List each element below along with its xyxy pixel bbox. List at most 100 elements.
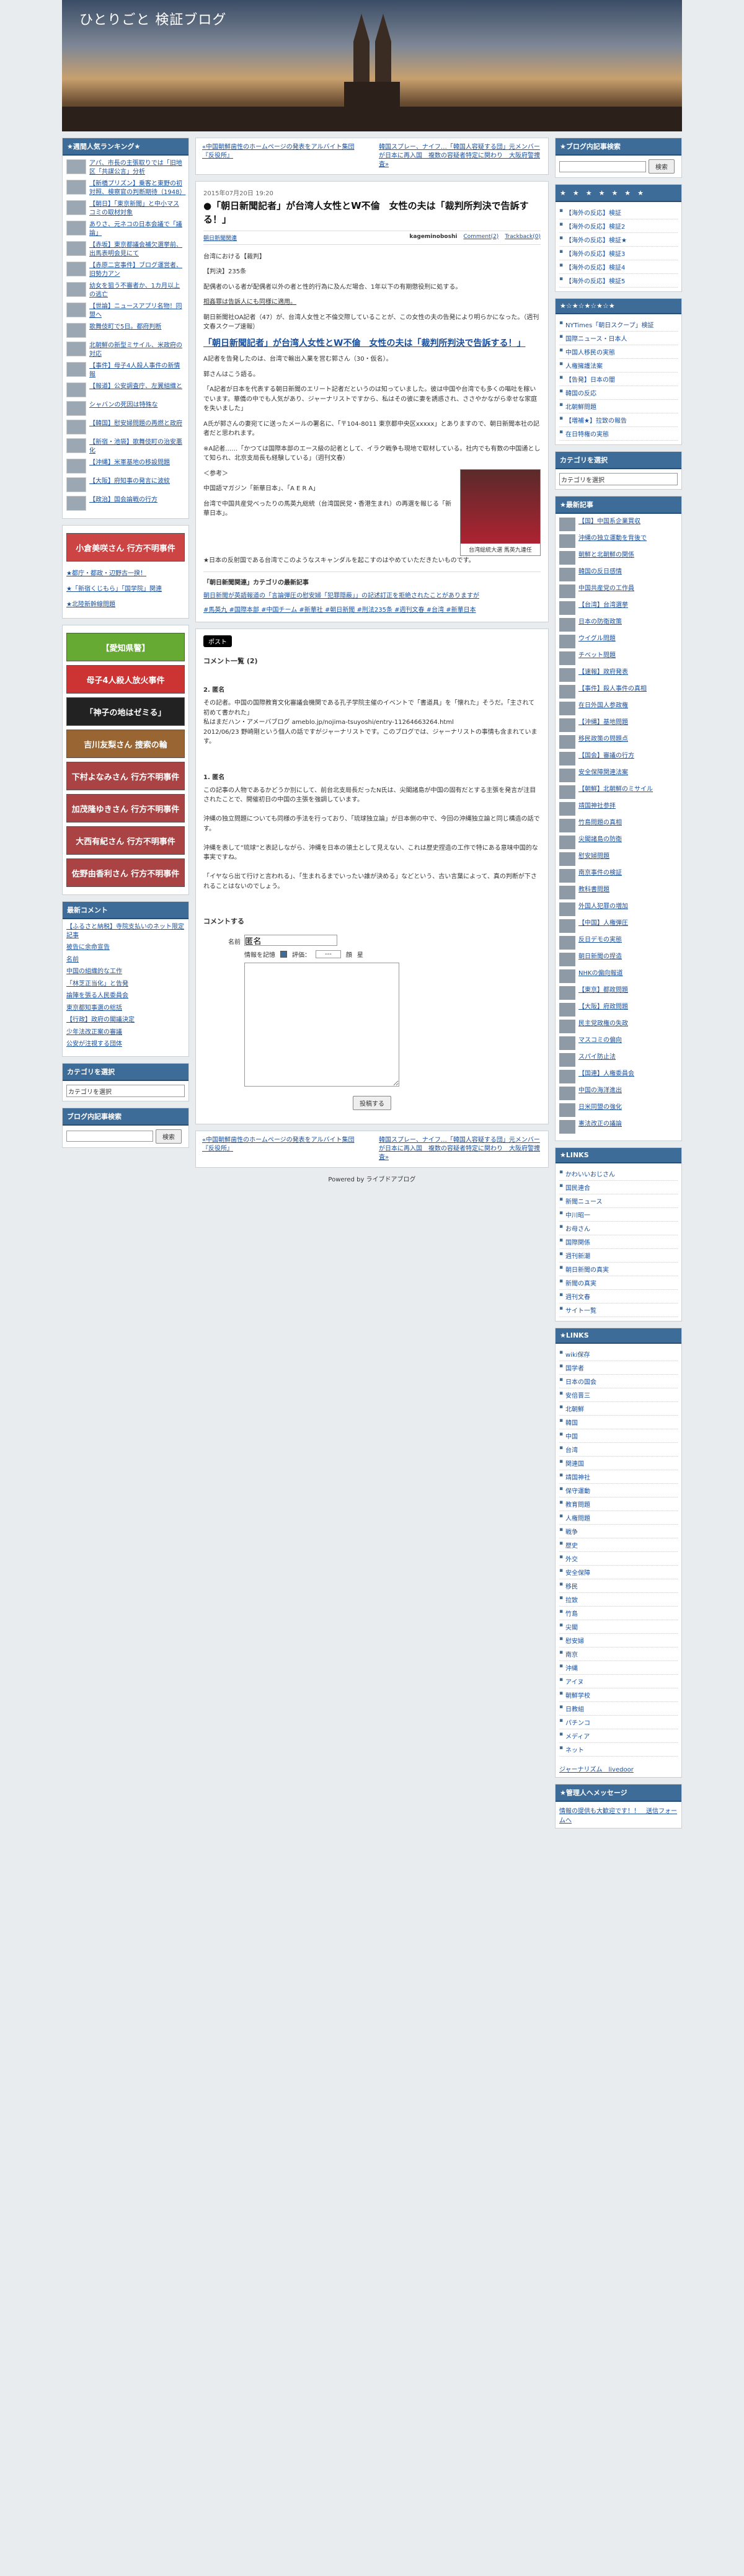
latest-article-thumbnail[interactable] [559, 1003, 575, 1017]
side-link[interactable]: サイト一覧 [559, 1303, 678, 1317]
ranking-item[interactable]: ありさ、元ネコの日本会議で「議論」 [66, 221, 185, 237]
ranking-item-label[interactable]: 【新橋プリズン】乗客と東野の初対照、検察官の判断期待（1948） [89, 180, 185, 196]
admin-message-link[interactable]: 情報の提供も大歓迎です！！ 送信フォームへ [556, 1802, 681, 1828]
submit-button[interactable]: 投稿する [353, 1096, 391, 1111]
ranking-thumbnail[interactable] [66, 342, 86, 356]
side-link[interactable]: 南京 [559, 1647, 678, 1661]
right-search-input[interactable] [559, 161, 646, 172]
latest-article-thumbnail[interactable] [559, 986, 575, 1000]
latest-article-thumbnail[interactable] [559, 651, 575, 665]
latest-article-thumbnail[interactable] [559, 1103, 575, 1117]
latest-article-thumbnail[interactable] [559, 919, 575, 933]
side-link[interactable]: 新聞ニュース [559, 1194, 678, 1208]
recent-comment-label[interactable]: 「林芝正当化」と告発 [66, 980, 128, 989]
latest-article-thumbnail[interactable] [559, 836, 575, 849]
right-search-button[interactable]: 検索 [649, 159, 675, 174]
side-link[interactable]: NYTimes「朝日スクープ」検証 [559, 318, 678, 332]
side-link[interactable]: 北朝鮮問題 [559, 400, 678, 413]
tag-list[interactable]: #馬英九 #国際本部 #中国チーム #新華社 #朝日新聞 #刑法235条 #週刊… [203, 606, 541, 615]
latest-article-thumbnail[interactable] [559, 718, 575, 732]
ranking-thumbnail[interactable] [66, 382, 86, 397]
latest-article-item[interactable]: 教科書問題 [559, 886, 678, 899]
ranking-item-label[interactable]: 【事件】母子4人殺人事件の新情報 [89, 362, 185, 379]
recent-comment-item[interactable]: 【ふるさと納税】寺院支払いのネット限定記事 [66, 923, 185, 940]
latest-article-label[interactable]: 【速報】政府発表 [578, 668, 628, 682]
side-banner[interactable]: 母子4人殺人放火事件 [66, 665, 185, 694]
latest-article-label[interactable]: 慰安婦問題 [578, 852, 609, 866]
latest-article-thumbnail[interactable] [559, 953, 575, 966]
latest-article-thumbnail[interactable] [559, 819, 575, 832]
side-banner[interactable]: 佐野由香利さん 行方不明事件 [66, 858, 185, 887]
latest-article-label[interactable]: 【沖縄】基地問題 [578, 718, 628, 732]
latest-article-thumbnail[interactable] [559, 551, 575, 565]
latest-article-label[interactable]: 【事件】殺人事件の真相 [578, 685, 647, 699]
latest-article-item[interactable]: NHKの偏向報道 [559, 969, 678, 983]
ranking-item[interactable]: 【韓国】慰安婦問題の再燃と政府 [66, 420, 185, 434]
latest-article-item[interactable]: 竹島問題の真相 [559, 819, 678, 832]
ranking-item[interactable]: 【世論】ニュースアプリ名物！同盟へ [66, 302, 185, 319]
latest-article-thumbnail[interactable] [559, 702, 575, 715]
latest-article-thumbnail[interactable] [559, 902, 575, 916]
eval-select[interactable]: --- [316, 950, 341, 959]
latest-article-item[interactable]: 憲法改正の議論 [559, 1120, 678, 1134]
side-link[interactable]: 慰安婦 [559, 1634, 678, 1647]
side-link[interactable]: かわいいおじさん [559, 1167, 678, 1181]
latest-article-thumbnail[interactable] [559, 769, 575, 782]
side-link[interactable]: 戦争 [559, 1525, 678, 1538]
latest-article-label[interactable]: 教科書問題 [578, 886, 609, 899]
side-link[interactable]: 歴史 [559, 1538, 678, 1552]
side-link[interactable]: 朝鮮学校 [559, 1688, 678, 1702]
latest-article-item[interactable]: 安全保障関連法案 [559, 769, 678, 782]
recent-comment-item[interactable]: 論陣を張る人民委員会 [66, 992, 185, 1000]
latest-article-label[interactable]: 移民政策の問題点 [578, 735, 628, 749]
side-link[interactable]: 拉致 [559, 1593, 678, 1607]
ranking-item-label[interactable]: 【新宿・池袋】歌舞伎町の治安悪化 [89, 438, 185, 455]
latest-article-label[interactable]: 竹島問題の真相 [578, 819, 622, 832]
latest-article-label[interactable]: 日米同盟の強化 [578, 1103, 622, 1117]
latest-article-thumbnail[interactable] [559, 752, 575, 765]
latest-article-item[interactable]: 日米同盟の強化 [559, 1103, 678, 1117]
latest-article-label[interactable]: 朝日新聞の捏造 [578, 953, 622, 966]
ranking-item-label[interactable]: 【沖縄】米軍基地の移設問題 [89, 459, 170, 474]
side-link[interactable]: 国際関係 [559, 1235, 678, 1249]
ranking-item[interactable]: 【事件】母子4人殺人事件の新情報 [66, 362, 185, 379]
latest-article-item[interactable]: 【台湾】台湾選挙 [559, 601, 678, 615]
ranking-item[interactable]: アパ、市長の主張取りでは「旧地区「共謀公言」分析 [66, 159, 185, 176]
latest-article-label[interactable]: 靖国神社参拝 [578, 802, 616, 816]
side-link[interactable]: パチンコ [559, 1716, 678, 1729]
left-search-button[interactable]: 検索 [156, 1129, 182, 1144]
side-link[interactable]: 靖国神社 [559, 1470, 678, 1484]
latest-article-item[interactable]: 外国人犯罪の増加 [559, 902, 678, 916]
side-link[interactable]: 韓国 [559, 1416, 678, 1429]
latest-article-thumbnail[interactable] [559, 635, 575, 648]
latest-article-label[interactable]: 反日デモの実態 [578, 936, 622, 950]
related-item[interactable]: 朝日新聞が英語報道の「言論弾圧の慰安婦「犯罪隠蔽」」の記述訂正を拒絶されたことが… [203, 590, 541, 599]
recent-comment-item[interactable]: 公安が注視する団体 [66, 1040, 185, 1049]
side-link[interactable]: 教育問題 [559, 1498, 678, 1511]
side-link[interactable]: 安全保障 [559, 1566, 678, 1579]
latest-article-label[interactable]: 韓国の反日感情 [578, 568, 622, 581]
side-banner[interactable]: 吉川友梨さん 捜索の輪 [66, 730, 185, 758]
latest-article-item[interactable]: 【中国】人権弾圧 [559, 919, 678, 933]
ranking-thumbnail[interactable] [66, 241, 86, 256]
side-link[interactable]: 中国 [559, 1429, 678, 1443]
latest-article-label[interactable]: 中国の海洋進出 [578, 1087, 622, 1100]
side-link[interactable]: 【海外の反応】検証 [559, 206, 678, 219]
remember-checkbox[interactable] [280, 951, 287, 958]
side-link[interactable]: 中川昭一 [559, 1208, 678, 1222]
article-category[interactable]: 朝日新聞関連 [203, 234, 237, 242]
latest-article-thumbnail[interactable] [559, 886, 575, 899]
side-link[interactable]: 日教組 [559, 1702, 678, 1716]
banner-link-2[interactable]: ★「新宿くじもら」「国学院」関連 [66, 583, 185, 593]
ranking-item[interactable]: 【赤坂】東京都議会補欠選挙前、出馬表明会見にて [66, 241, 185, 258]
latest-article-thumbnail[interactable] [559, 1070, 575, 1083]
side-link[interactable]: 移民 [559, 1579, 678, 1593]
article-author[interactable]: kageminoboshi [409, 234, 457, 242]
ranking-item[interactable]: 【大阪】府知事の発言に波紋 [66, 477, 185, 492]
latest-article-item[interactable]: 反日デモの実態 [559, 936, 678, 950]
ranking-thumbnail[interactable] [66, 323, 86, 338]
latest-article-label[interactable]: 【東京】都政問題 [578, 986, 628, 1000]
side-link[interactable]: 沖縄 [559, 1661, 678, 1675]
side-link[interactable]: 新聞の真実 [559, 1276, 678, 1290]
ranking-item[interactable]: シャバンの死因は特殊な [66, 401, 185, 416]
